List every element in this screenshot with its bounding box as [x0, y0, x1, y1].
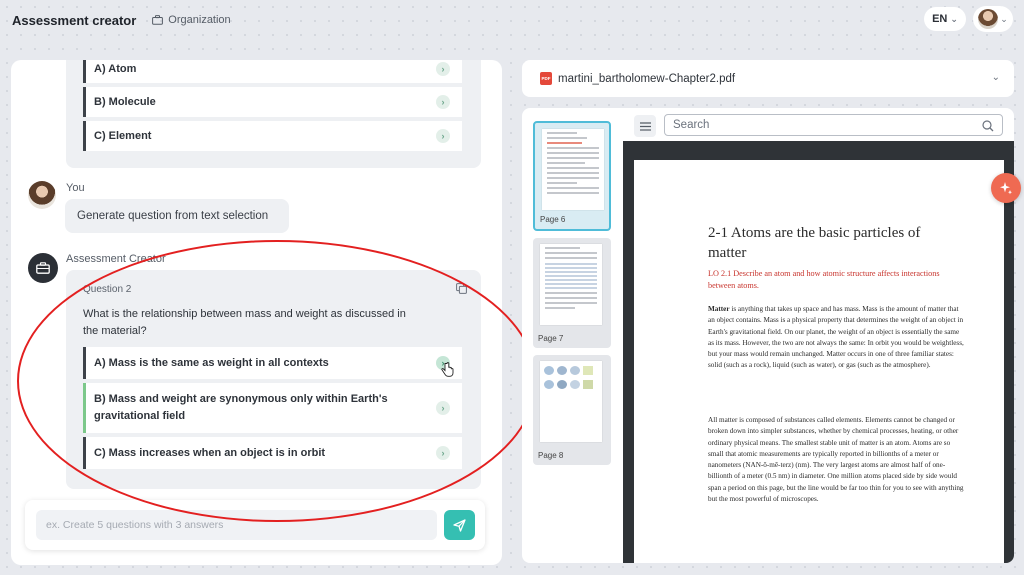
organization-label: Organization — [168, 14, 231, 26]
hand-cursor-icon — [441, 362, 454, 377]
chevron-right-icon[interactable]: › — [436, 446, 450, 460]
app-title: Assessment creator — [12, 12, 137, 28]
answer-label: C) Mass increases when an object is in o… — [94, 447, 326, 459]
answer-label: A) Atom — [94, 63, 137, 75]
ai-assist-button[interactable] — [991, 173, 1021, 203]
language-label: EN — [932, 13, 948, 25]
pdf-page: 2-1 Atoms are the basic particles of mat… — [634, 160, 1004, 563]
sparkle-icon — [1000, 182, 1012, 195]
previous-question-card: A) Atom › B) Molecule › C) Element › — [66, 60, 481, 168]
briefcase-icon — [36, 262, 50, 274]
term-matter: Matter — [708, 305, 730, 313]
question-text: What is the relationship between mass an… — [83, 308, 406, 337]
chevron-right-icon[interactable]: › — [436, 401, 450, 415]
pdf-viewer: Page 6 Page 7 Page 8 Search 2-1 Atoms ar… — [522, 108, 1014, 563]
thumbnail-preview — [540, 244, 602, 325]
message-composer — [25, 500, 485, 550]
menu-icon — [639, 121, 651, 131]
answer-label: C) Element — [94, 130, 152, 142]
chat-panel: A) Atom › B) Molecule › C) Element › You… — [11, 60, 502, 565]
copy-icon[interactable] — [456, 283, 467, 294]
user-avatar — [28, 181, 56, 209]
language-selector[interactable]: EN ⌄ — [924, 7, 966, 31]
user-menu[interactable]: ⌄ — [973, 6, 1013, 32]
user-sender-name: You — [66, 182, 85, 194]
user-message: Generate question from text selection — [65, 199, 289, 233]
chevron-right-icon[interactable]: › — [436, 95, 450, 109]
pdf-filename: martini_bartholomew-Chapter2.pdf — [558, 72, 736, 85]
viewer-toolbar — [634, 114, 1003, 138]
answer-option[interactable]: A) Mass is the same as weight in all con… — [83, 347, 462, 379]
thumbnail-label: Page 8 — [538, 451, 564, 460]
answer-option[interactable]: C) Element › — [83, 121, 462, 151]
pdf-file-selector[interactable]: PDF martini_bartholomew-Chapter2.pdf ⌄ — [522, 60, 1014, 97]
answer-option[interactable]: A) Atom › — [83, 60, 462, 83]
page-thumbnail[interactable]: Page 6 — [533, 121, 611, 231]
assistant-avatar — [28, 253, 58, 283]
search-icon[interactable] — [982, 120, 994, 132]
answer-option-correct[interactable]: B) Mass and weight are synonymous only w… — [83, 383, 462, 433]
answer-option[interactable]: B) Molecule › — [83, 87, 462, 117]
thumbnail-preview — [542, 129, 604, 210]
pdf-file-icon: PDF — [540, 72, 552, 85]
answer-label: A) Mass is the same as weight in all con… — [94, 357, 329, 369]
chevron-right-icon[interactable]: › — [436, 62, 450, 76]
top-bar: Assessment creator Organization — [0, 0, 1024, 40]
paragraph-text: is anything that takes up space and has … — [708, 305, 964, 370]
send-icon — [453, 518, 466, 532]
assistant-sender-name: Assessment Creator — [66, 253, 166, 265]
page-paragraph: All matter is composed of substances cal… — [708, 416, 964, 504]
briefcase-icon — [152, 15, 164, 25]
chevron-down-icon: ⌄ — [1000, 13, 1008, 24]
question-card: Question 2 What is the relationship betw… — [66, 270, 481, 489]
chevron-down-icon: ⌄ — [950, 13, 958, 24]
organization-link[interactable]: Organization — [152, 14, 231, 26]
page-thumbnail[interactable]: Page 8 — [533, 355, 611, 465]
thumbnail-label: Page 7 — [538, 334, 564, 343]
avatar — [978, 9, 999, 29]
page-heading: 2-1 Atoms are the basic particles of mat… — [708, 225, 921, 261]
chevron-right-icon[interactable]: › — [436, 129, 450, 143]
send-button[interactable] — [444, 510, 475, 540]
answer-label: B) Molecule — [94, 96, 156, 108]
learning-objective: LO 2.1 Describe an atom and how atomic s… — [708, 269, 940, 290]
answer-option[interactable]: C) Mass increases when an object is in o… — [83, 437, 462, 469]
chevron-down-icon[interactable]: ⌄ — [992, 72, 1000, 83]
question-number: Question 2 — [83, 284, 132, 295]
sidebar-toggle-button[interactable] — [634, 115, 656, 137]
page-thumbnail[interactable]: Page 7 — [533, 238, 611, 348]
pdf-search — [664, 114, 1003, 136]
answer-label: B) Mass and weight are synonymous only w… — [94, 393, 388, 422]
prompt-input[interactable] — [36, 510, 437, 540]
page-paragraph: Matter is anything that takes up space a… — [708, 304, 964, 372]
pdf-search-input[interactable] — [673, 119, 973, 131]
thumbnail-preview — [540, 361, 602, 442]
thumbnail-label: Page 6 — [540, 215, 566, 224]
